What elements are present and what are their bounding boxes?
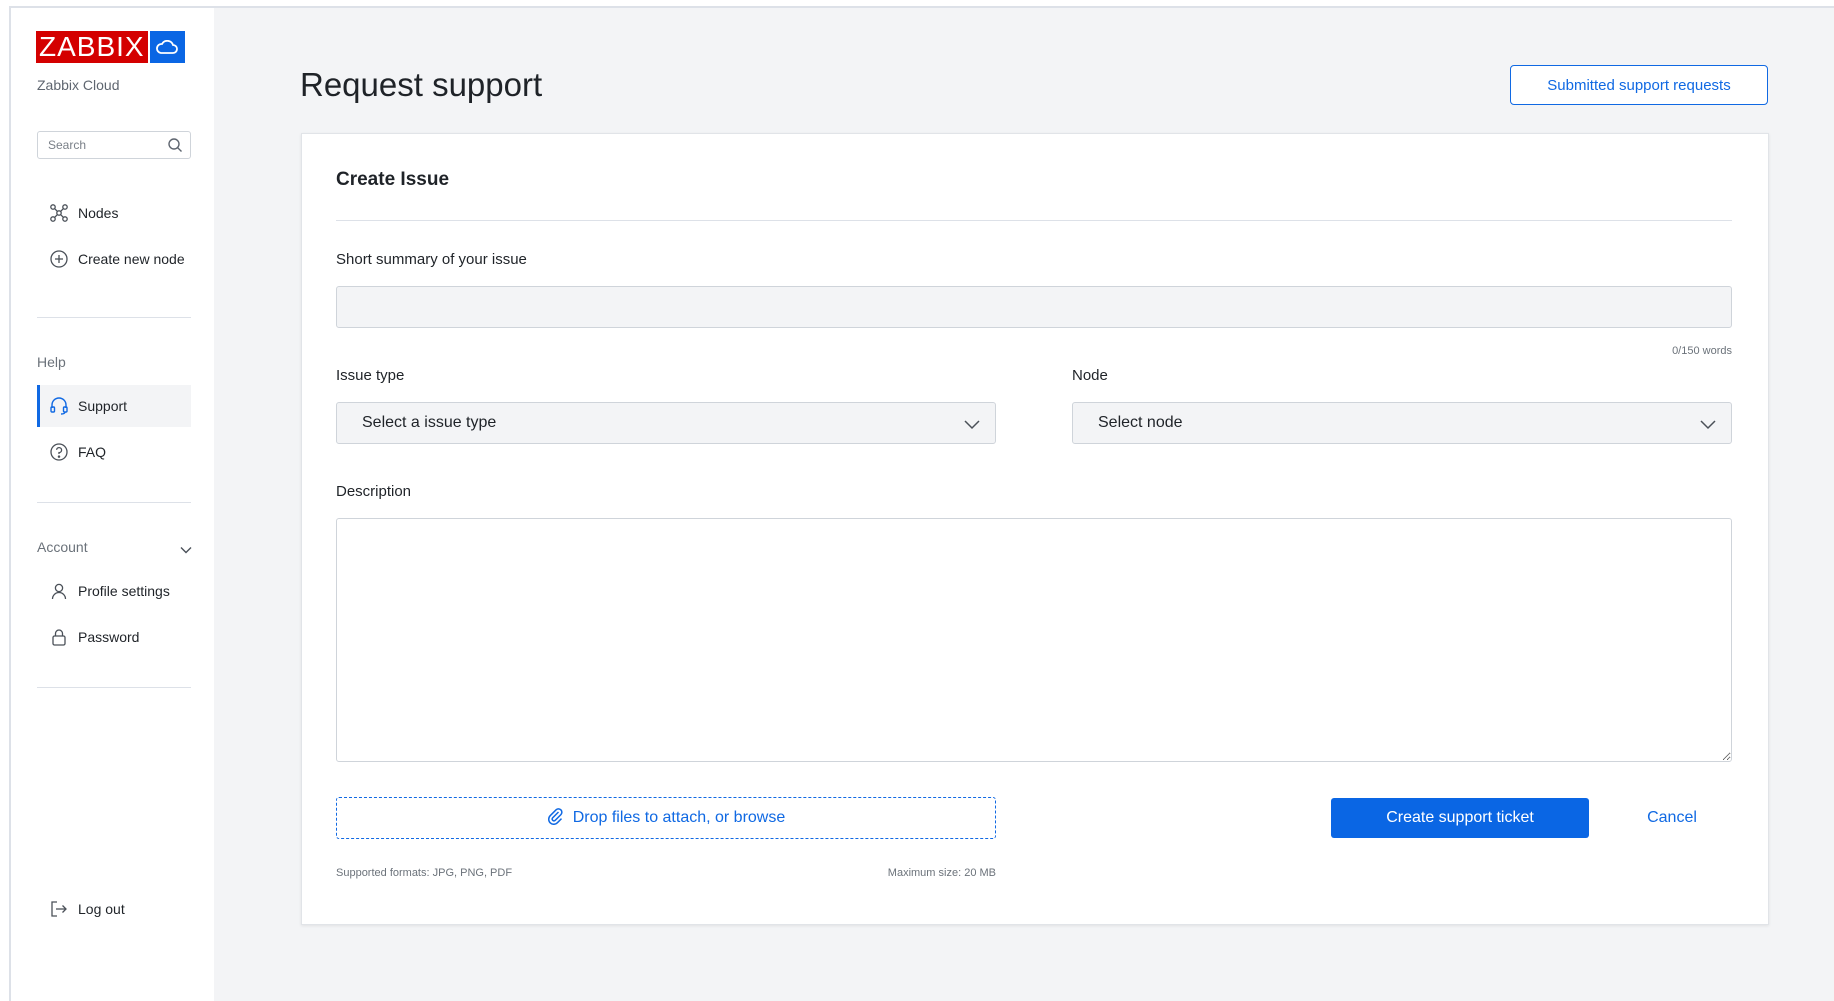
question-circle-icon bbox=[49, 442, 69, 462]
node-select[interactable]: Select node bbox=[1072, 402, 1732, 444]
logout-icon bbox=[49, 899, 69, 919]
sidebar-item-support[interactable]: Support bbox=[37, 385, 191, 427]
word-counter: 0/150 words bbox=[1672, 345, 1732, 357]
user-icon bbox=[49, 581, 69, 601]
logout-label: Log out bbox=[78, 901, 125, 917]
sidebar-item-create-node[interactable]: Create new node bbox=[37, 238, 191, 280]
create-ticket-button[interactable]: Create support ticket bbox=[1331, 798, 1589, 838]
cloud-icon bbox=[149, 31, 185, 63]
sidebar-divider bbox=[37, 687, 191, 688]
description-label: Description bbox=[336, 483, 412, 500]
description-textarea[interactable] bbox=[336, 518, 1732, 762]
max-size: Maximum size: 20 MB bbox=[887, 867, 996, 879]
page-title: Request support bbox=[300, 66, 543, 103]
logo-wordmark: ZABBIX bbox=[36, 31, 148, 63]
sidebar-item-faq[interactable]: FAQ bbox=[37, 431, 191, 473]
zabbix-logo[interactable]: ZABBIX bbox=[36, 31, 185, 63]
supported-formats: Supported formats: JPG, PNG, PDF bbox=[336, 867, 513, 879]
cancel-button[interactable]: Cancel bbox=[1612, 798, 1732, 838]
chevron-down-icon bbox=[963, 417, 981, 431]
issue-type-value: Select a issue type bbox=[362, 414, 497, 431]
main-content: Request support Submitted support reques… bbox=[214, 8, 1834, 1001]
sidebar-item-label: Support bbox=[78, 398, 128, 414]
sidebar-item-label: Create new node bbox=[78, 251, 185, 267]
sidebar-item-label: Nodes bbox=[78, 205, 119, 221]
chevron-down-icon bbox=[1699, 417, 1717, 431]
paperclip-icon bbox=[547, 807, 563, 830]
card-divider bbox=[336, 220, 1732, 221]
chevron-down-icon[interactable] bbox=[179, 543, 193, 557]
node-value: Select node bbox=[1098, 414, 1183, 431]
sidebar-item-label: Profile settings bbox=[78, 583, 170, 599]
create-issue-card: Create Issue Short summary of your issue… bbox=[301, 133, 1769, 925]
card-title: Create Issue bbox=[336, 169, 450, 190]
headset-icon bbox=[49, 396, 69, 416]
sidebar-item-label: Password bbox=[78, 629, 140, 645]
help-section-label: Help bbox=[37, 354, 66, 370]
submitted-requests-button[interactable]: Submitted support requests bbox=[1510, 65, 1768, 105]
sidebar-divider bbox=[37, 502, 191, 503]
file-dropzone[interactable]: Drop files to attach, or browse bbox=[336, 797, 996, 839]
sidebar-divider bbox=[37, 317, 191, 318]
sidebar-item-password[interactable]: Password bbox=[37, 616, 191, 658]
sidebar-item-profile[interactable]: Profile settings bbox=[37, 570, 191, 612]
nodes-icon bbox=[49, 203, 69, 223]
lock-icon bbox=[49, 627, 69, 647]
account-section-label[interactable]: Account bbox=[37, 539, 88, 555]
summary-input[interactable] bbox=[336, 286, 1732, 328]
brand-subtitle: Zabbix Cloud bbox=[37, 77, 120, 93]
issue-type-label: Issue type bbox=[336, 367, 405, 384]
app-frame: ZABBIX Zabbix Cloud Nodes Create new nod… bbox=[9, 6, 1834, 1001]
summary-label: Short summary of your issue bbox=[336, 251, 527, 268]
node-label: Node bbox=[1072, 367, 1108, 384]
sidebar-item-nodes[interactable]: Nodes bbox=[37, 192, 191, 234]
sidebar-item-label: FAQ bbox=[78, 444, 107, 460]
search-icon[interactable] bbox=[167, 137, 183, 153]
issue-type-select[interactable]: Select a issue type bbox=[336, 402, 996, 444]
dropzone-text: Drop files to attach, or browse bbox=[572, 809, 786, 826]
plus-circle-icon bbox=[49, 249, 69, 269]
sidebar: ZABBIX Zabbix Cloud Nodes Create new nod… bbox=[11, 8, 214, 1001]
logout-button[interactable]: Log out bbox=[37, 888, 191, 930]
